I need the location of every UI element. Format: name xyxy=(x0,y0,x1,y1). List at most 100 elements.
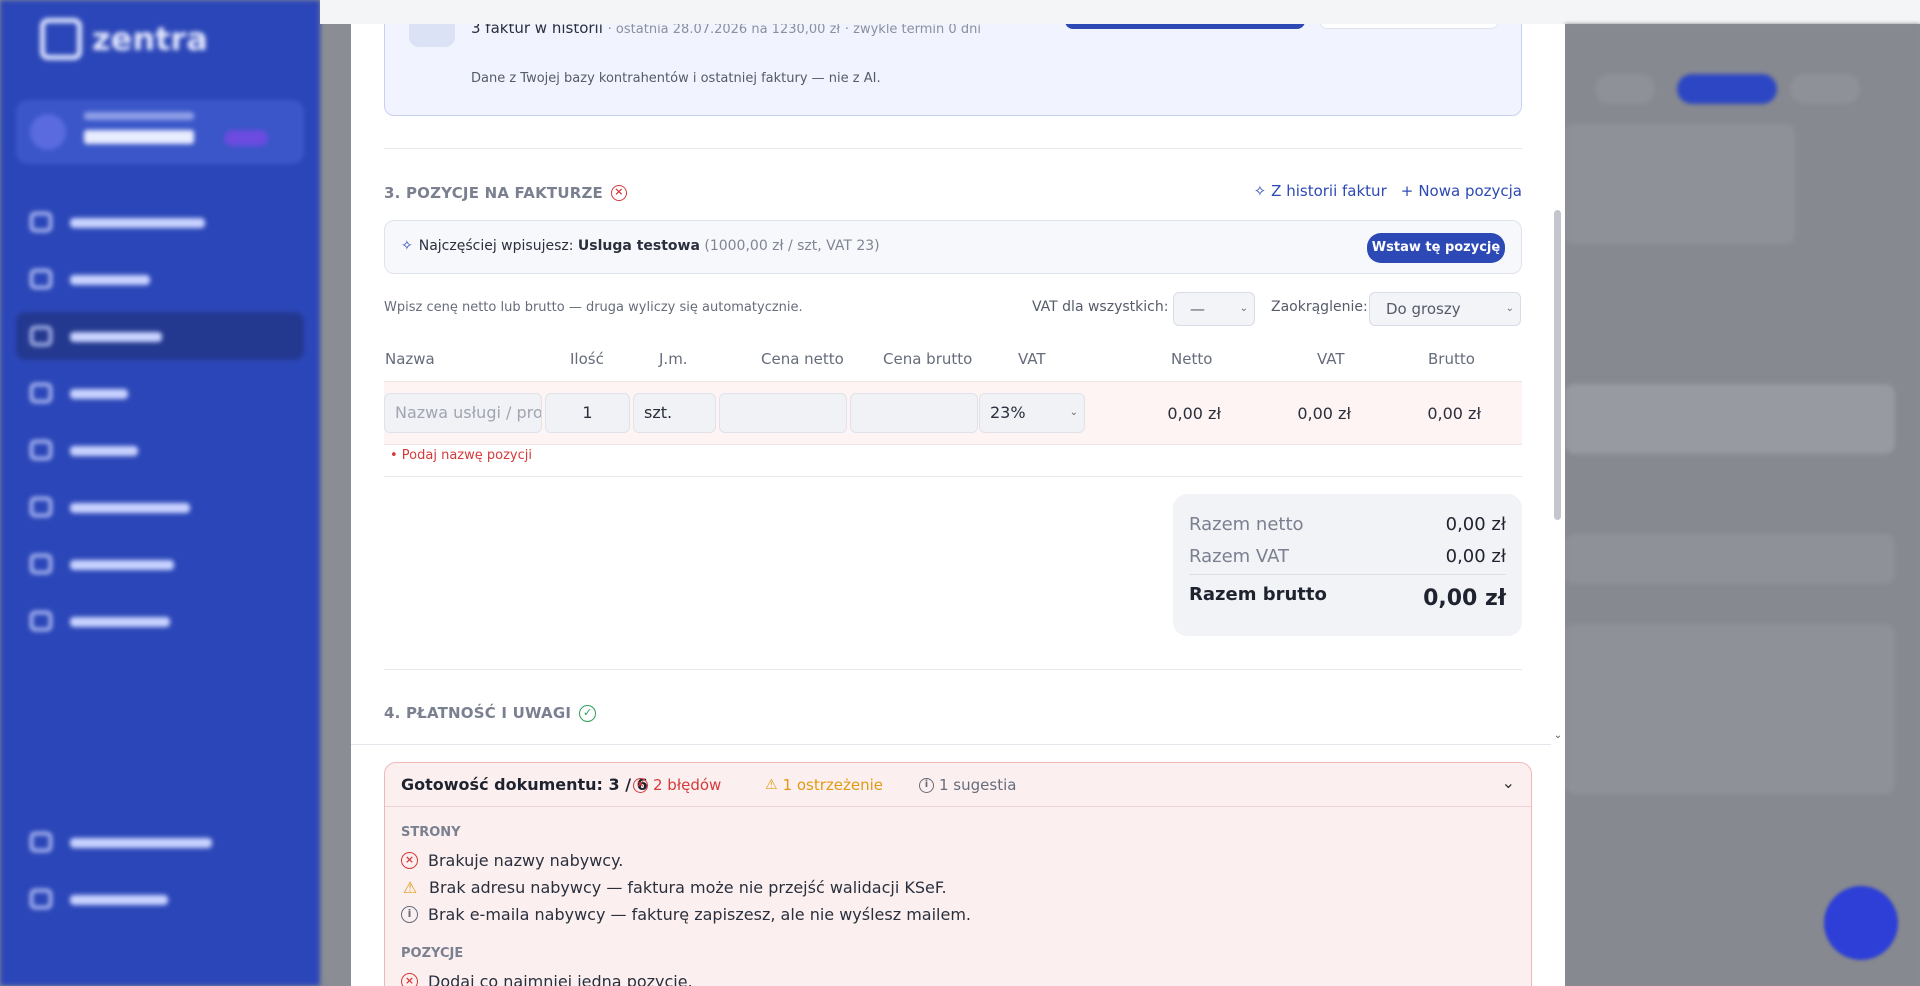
from-history-label: Z historii faktur xyxy=(1271,182,1387,200)
scroll-down-arrow-icon[interactable]: ⌄ xyxy=(1551,730,1565,744)
sidebar-item-1[interactable] xyxy=(16,198,304,246)
item-qty-input[interactable]: 1 xyxy=(545,393,630,433)
col-net: Netto xyxy=(1171,350,1213,368)
readiness-item-text: Dodaj co najmniej jedną pozycję. xyxy=(428,972,693,986)
account-label-placeholder xyxy=(84,112,194,120)
x-circle-icon: × xyxy=(611,185,627,201)
readiness-item: i Brak e-maila nabywcy — fakturę zapiszes… xyxy=(401,905,971,924)
readiness-warnings: ⚠ 1 ostrzeżenie xyxy=(765,776,883,794)
readiness-item: ⚠ Brak adresu nabywcy — faktura może nie … xyxy=(401,878,947,897)
sidebar-item-6[interactable] xyxy=(16,483,304,531)
history-summary: 3 faktur w historii xyxy=(471,24,603,37)
apply-history-button[interactable] xyxy=(1065,24,1305,29)
bg-tab xyxy=(1595,74,1655,104)
divider xyxy=(384,148,1522,149)
total-vat-label: Razem VAT xyxy=(1189,546,1289,567)
background-page xyxy=(1565,24,1920,986)
item-vat-select[interactable]: 23% ⌄ xyxy=(979,393,1085,433)
sidebar-item-settings[interactable] xyxy=(16,875,304,923)
item-name-input[interactable]: Nazwa usługi / produktu xyxy=(384,393,542,433)
from-history-link[interactable]: ✧ Z historii faktur xyxy=(1254,182,1387,200)
sidebar-item-5[interactable] xyxy=(16,426,304,474)
vat-all-select[interactable]: — ⌄ xyxy=(1173,292,1255,326)
history-icon xyxy=(409,24,455,47)
logo-text: zentra xyxy=(92,20,208,58)
vat-all-label: VAT dla wszystkich: xyxy=(1032,299,1169,315)
nav-label-placeholder xyxy=(70,446,138,456)
divider xyxy=(384,669,1522,670)
sidebar-item-8[interactable] xyxy=(16,597,304,645)
account-switcher[interactable] xyxy=(16,100,304,164)
bg-tab xyxy=(1790,74,1860,104)
new-item-link[interactable]: + Nowa pozycja xyxy=(1401,182,1522,200)
chevron-down-icon: ⌄ xyxy=(1069,407,1078,418)
insert-suggestion-button[interactable]: Wstaw tę pozycję xyxy=(1367,233,1505,263)
sidebar-item-3[interactable] xyxy=(16,312,304,360)
suggestion-name: Usluga testowa xyxy=(577,238,700,254)
item-unit-input[interactable]: szt. xyxy=(633,393,716,433)
sidebar-item-help[interactable] xyxy=(16,818,304,866)
sparkle-icon: ✧ xyxy=(401,238,413,254)
app-logo: zentra xyxy=(40,18,208,60)
suggestion-text: ✧ Najczęściej wpisujesz: Usluga testowa (… xyxy=(401,238,880,254)
item-net-price-input[interactable] xyxy=(719,393,847,433)
warning-icon: ⚠ xyxy=(765,777,778,793)
account-name-placeholder xyxy=(84,130,194,144)
sidebar-item-4[interactable] xyxy=(16,369,304,417)
readiness-item-text: Brak adresu nabywcy — faktura może nie p… xyxy=(429,878,947,897)
chat-icon xyxy=(1824,886,1898,960)
readiness-warnings-text: 1 ostrzeżenie xyxy=(782,776,884,794)
chevron-down-icon[interactable]: ⌄ xyxy=(1502,773,1515,792)
readiness-suggestions-text: 1 sugestia xyxy=(939,776,1017,794)
top-bar xyxy=(320,0,1920,24)
chevron-down-icon: ⌄ xyxy=(1239,303,1248,314)
item-gross-value: 0,00 zł xyxy=(1427,404,1481,423)
nav-label-placeholder xyxy=(70,617,170,627)
col-qty: Ilość xyxy=(570,350,604,368)
nav-label-placeholder xyxy=(70,838,212,848)
bg-card xyxy=(1565,534,1895,584)
col-gross: Brutto xyxy=(1428,350,1475,368)
sidebar-item-7[interactable] xyxy=(16,540,304,588)
rounding-label: Zaokrąglenie: xyxy=(1271,299,1368,315)
nav-icon xyxy=(30,326,52,346)
readiness-item: × Dodaj co najmniej jedną pozycję. xyxy=(401,972,693,986)
items-actions: ✧ Z historii faktur + Nowa pozycja xyxy=(1254,182,1522,200)
total-net-label: Razem netto xyxy=(1189,514,1304,535)
totals-box: Razem netto 0,00 zł Razem VAT 0,00 zł Ra… xyxy=(1173,494,1522,636)
items-section-title: 3. POZYCJE NA FAKTURZE × xyxy=(384,184,627,202)
sidebar-item-2[interactable] xyxy=(16,255,304,303)
item-name-error: • Podaj nazwę pozycji xyxy=(390,448,532,463)
x-circle-icon: × xyxy=(401,973,418,986)
payment-section-title-text: 4. PŁATNOŚĆ I UWAGI xyxy=(384,704,572,722)
readiness-suggestions: i 1 sugestia xyxy=(919,776,1016,794)
total-vat-value: 0,00 zł xyxy=(1445,546,1506,567)
nav-icon xyxy=(30,611,52,631)
vat-all-value: — xyxy=(1190,300,1205,318)
nav-label-placeholder xyxy=(70,218,205,228)
total-gross-value: 0,00 zł xyxy=(1423,586,1506,611)
readiness-header[interactable]: Gotowość dokumentu: 3 / 6 × 2 błędów ⚠ 1 o… xyxy=(385,763,1531,807)
item-vat-value: 23% xyxy=(990,403,1026,422)
bg-card xyxy=(1565,124,1795,244)
x-circle-icon: × xyxy=(633,777,648,793)
history-source-note: Dane z Twojej bazy kontrahentów i ostatn… xyxy=(471,71,881,86)
item-gross-price-input[interactable] xyxy=(850,393,978,433)
rounding-value: Do groszy xyxy=(1386,300,1461,318)
nav-icon xyxy=(30,554,52,574)
rounding-select[interactable]: Do groszy ⌄ xyxy=(1369,292,1521,326)
secondary-button[interactable] xyxy=(1319,24,1499,29)
bg-card xyxy=(1565,384,1895,454)
divider xyxy=(351,744,1551,745)
chat-fab-button[interactable] xyxy=(1822,886,1920,962)
nav-icon xyxy=(30,497,52,517)
scrollbar-thumb[interactable] xyxy=(1554,210,1561,520)
plus-icon: + xyxy=(1400,182,1414,200)
nav-icon xyxy=(30,889,52,909)
suggestion-details: (1000,00 zł / szt, VAT 23) xyxy=(704,238,880,254)
logo-mark-icon xyxy=(40,18,82,60)
total-gross-label: Razem brutto xyxy=(1189,584,1327,605)
info-icon: i xyxy=(919,777,934,793)
modal-scroll-area: 3 faktur w historii · ostatnia 28.07.202… xyxy=(351,24,1551,744)
divider xyxy=(384,476,1522,477)
